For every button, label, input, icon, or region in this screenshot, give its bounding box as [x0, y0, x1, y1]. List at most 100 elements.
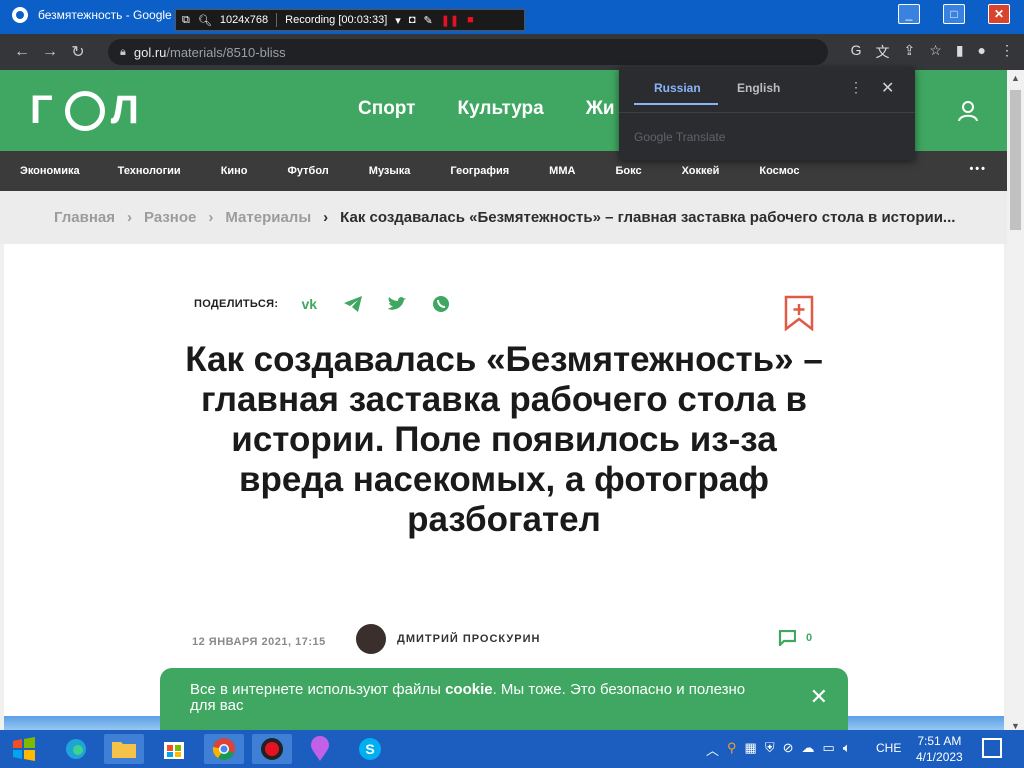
category-football[interactable]: Футбол — [288, 165, 329, 177]
tab-english[interactable]: English — [737, 81, 780, 95]
breadcrumb-current: Как создавалась «Безмятежность» – главна… — [340, 209, 956, 226]
sidepanel-icon[interactable]: ▮ — [956, 42, 964, 62]
article-date: 12 ЯНВАРЯ 2021, 17:15 — [192, 636, 326, 648]
menu-icon[interactable]: ⋮ — [1000, 42, 1014, 62]
pause-icon[interactable]: ❚❚ — [441, 14, 459, 27]
nav-sport[interactable]: Спорт — [358, 98, 415, 120]
pen-icon[interactable]: ✎ — [423, 14, 432, 27]
breadcrumb-misc[interactable]: Разное — [144, 209, 196, 226]
category-music[interactable]: Музыка — [369, 165, 411, 177]
cookie-text: Все в интернете используют файлы cookie.… — [190, 681, 746, 714]
category-mma[interactable]: MMA — [549, 165, 575, 177]
chrome-icon — [12, 7, 28, 23]
category-cinema[interactable]: Кино — [221, 165, 248, 177]
nav-culture[interactable]: Культура — [457, 98, 543, 120]
share-icon[interactable]: ⇪ — [904, 42, 916, 62]
divider — [276, 13, 278, 27]
reload-icon[interactable]: ↻ — [64, 42, 92, 62]
forward-icon[interactable]: → — [36, 43, 64, 61]
svg-text:S: S — [365, 741, 374, 757]
translate-brand: Google Translate — [634, 130, 726, 144]
article-author[interactable]: ДМИТРИЙ ПРОСКУРИН — [397, 633, 540, 645]
category-technology[interactable]: Технологии — [118, 165, 181, 177]
stop-icon[interactable]: ■ — [467, 14, 474, 26]
taskbar: S ︿ ⚲ ▦ ⛨ ⊘ ☁ ▭ 🔈︎ CHE 7:51 AM 4/1/2023 — [0, 730, 1024, 768]
main-nav: Спорт Культура Жи — [358, 98, 615, 120]
recorder-status: Recording [00:03:33] — [285, 14, 388, 26]
breadcrumb-home[interactable]: Главная — [54, 209, 115, 226]
window-titlebar: безмятежность - Google ⧉ 🔍︎ 1024x768 Rec… — [0, 0, 1024, 34]
share-label: ПОДЕЛИТЬСЯ: — [194, 298, 279, 310]
breadcrumb: Главная › Разное › Материалы › Как созда… — [0, 191, 1007, 244]
more-categories-button[interactable]: ••• — [969, 163, 987, 175]
divider — [619, 112, 915, 113]
category-economics[interactable]: Экономика — [20, 165, 80, 177]
scroll-thumb[interactable] — [1010, 90, 1021, 230]
minimize-button[interactable]: _ — [898, 4, 920, 24]
chevron-right-icon: › — [323, 209, 329, 226]
avatar[interactable] — [356, 624, 386, 654]
tab-title: безмятежность - Google — [38, 8, 172, 22]
security-icon[interactable]: ⊘ — [783, 740, 794, 759]
breadcrumb-materials[interactable]: Материалы — [225, 209, 311, 226]
back-icon[interactable]: ← — [8, 43, 36, 61]
clock[interactable]: 7:51 AM 4/1/2023 — [916, 733, 963, 765]
chrome-taskbar-icon[interactable] — [204, 734, 244, 764]
volume-icon[interactable]: 🔈︎ — [843, 740, 851, 759]
close-button[interactable]: ✕ — [988, 4, 1010, 24]
article: ПОДЕЛИТЬСЯ: vk Как создавалась «Безмятеж… — [4, 244, 1004, 734]
search-tray-icon[interactable]: ⚲ — [727, 740, 737, 759]
site-logo[interactable]: ГЛ — [30, 88, 145, 133]
profile-icon[interactable]: ● — [978, 42, 986, 62]
edge-icon[interactable] — [56, 734, 96, 764]
window-icon[interactable]: ⧉ — [182, 14, 190, 27]
category-hockey[interactable]: Хоккей — [682, 165, 720, 177]
chevron-up-icon[interactable]: ︿ — [706, 740, 719, 759]
article-title: Как создавалась «Безмятежность» – главна… — [185, 340, 823, 539]
google-icon[interactable]: G — [851, 42, 862, 62]
page-scrollbar[interactable]: ▲ ▼ — [1007, 70, 1024, 734]
tab-russian[interactable]: Russian — [654, 81, 701, 95]
nav-life[interactable]: Жи — [586, 98, 615, 120]
shield-icon[interactable]: ⛨ — [765, 740, 775, 759]
windows-icon — [13, 737, 35, 761]
translate-icon[interactable]: 文 — [876, 42, 890, 62]
close-icon[interactable]: ✕ — [881, 78, 894, 98]
cookie-close-icon[interactable]: ✕ — [810, 686, 828, 708]
category-geography[interactable]: География — [450, 165, 509, 177]
share-bar: ПОДЕЛИТЬСЯ: vk — [194, 294, 454, 314]
scroll-up-icon[interactable]: ▲ — [1011, 73, 1020, 83]
store-icon[interactable] — [154, 734, 194, 764]
notifications-icon[interactable] — [982, 738, 1002, 758]
recorder-app-icon[interactable] — [252, 734, 292, 764]
browser-toolbar: ← → ↻ 🔒︎ gol.ru/materials/8510-bliss G 文… — [0, 34, 1024, 70]
recorder-toolbar: ⧉ 🔍︎ 1024x768 Recording [00:03:33] ▾ ◘ ✎… — [175, 9, 525, 31]
bookmark-icon[interactable] — [784, 295, 814, 331]
more-options-icon[interactable]: ⋮ — [849, 79, 863, 96]
vk-icon[interactable]: vk — [296, 294, 322, 314]
user-icon[interactable] — [958, 100, 978, 122]
maximize-button[interactable]: □ — [943, 4, 965, 24]
url-host: gol.ru — [133, 44, 167, 60]
camera-icon[interactable]: ◘ — [409, 14, 416, 26]
network-icon[interactable]: ▭ — [823, 740, 835, 759]
file-explorer-icon[interactable] — [104, 734, 144, 764]
app-tray-icon[interactable]: ▦ — [745, 740, 757, 759]
category-boxing[interactable]: Бокс — [615, 165, 641, 177]
browser-tab[interactable]: безмятежность - Google — [12, 7, 172, 23]
category-space[interactable]: Космос — [759, 165, 799, 177]
recorder-size: 1024x768 — [219, 14, 269, 26]
star-icon[interactable]: ☆ — [929, 42, 942, 62]
skype-icon[interactable]: S — [350, 734, 390, 764]
maps-icon[interactable] — [300, 734, 340, 764]
comments-link[interactable]: 0 — [778, 630, 812, 646]
cloud-icon[interactable]: ☁ — [802, 740, 815, 759]
language-indicator[interactable]: CHE — [876, 741, 901, 755]
start-button[interactable] — [0, 730, 48, 768]
twitter-icon[interactable] — [384, 294, 410, 314]
telegram-icon[interactable] — [340, 294, 366, 314]
whatsapp-icon[interactable] — [428, 294, 454, 314]
address-bar[interactable]: 🔒︎ gol.ru/materials/8510-bliss — [108, 39, 828, 65]
dropdown-icon[interactable]: ▾ — [395, 14, 401, 27]
zoom-icon[interactable]: 🔍︎ — [198, 14, 212, 27]
